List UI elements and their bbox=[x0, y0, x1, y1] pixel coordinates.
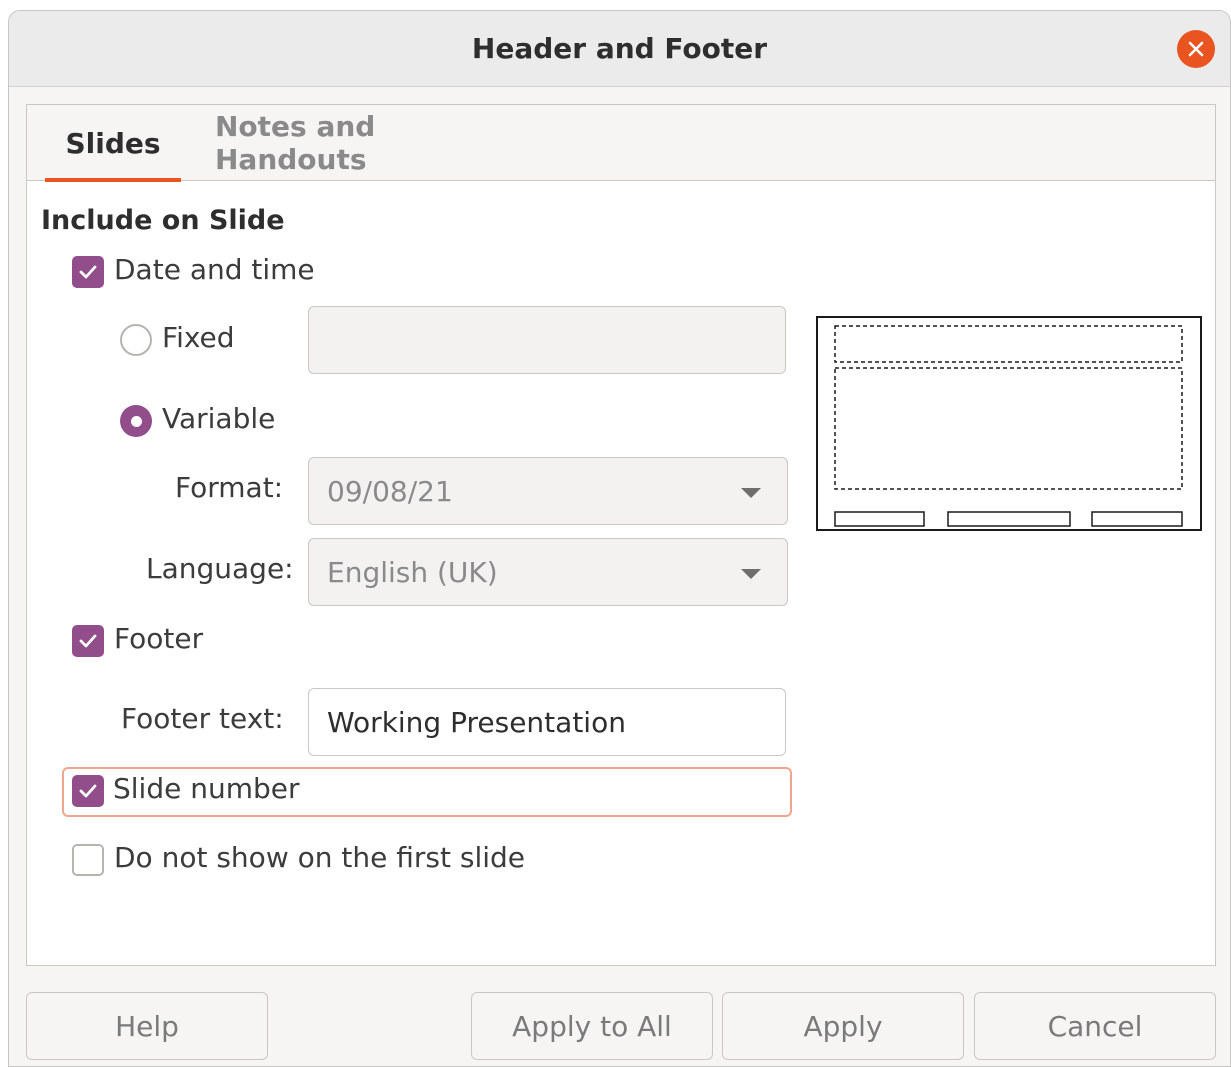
tab-bar: Slides Notes and Handouts bbox=[27, 105, 1215, 182]
footer-text-label: Footer text: bbox=[121, 702, 284, 735]
checkmark-icon bbox=[79, 265, 97, 279]
chevron-down-icon bbox=[741, 569, 761, 579]
format-value: 09/08/21 bbox=[327, 474, 453, 508]
dialog-title: Header and Footer bbox=[471, 32, 768, 65]
tab-notes-and-handouts[interactable]: Notes and Handouts bbox=[215, 105, 525, 181]
close-button[interactable] bbox=[1177, 30, 1215, 68]
apply-button[interactable]: Apply bbox=[722, 992, 964, 1060]
slide-layout-preview bbox=[816, 316, 1202, 531]
help-button[interactable]: Help bbox=[26, 992, 268, 1060]
language-value: English (UK) bbox=[327, 555, 498, 589]
format-dropdown[interactable]: 09/08/21 bbox=[308, 457, 788, 525]
date-time-label: Date and time bbox=[114, 253, 315, 286]
cancel-button[interactable]: Cancel bbox=[974, 992, 1216, 1060]
title-bar: Header and Footer bbox=[9, 11, 1230, 87]
dialog-content: Slides Notes and Handouts Include on Sli… bbox=[26, 104, 1216, 966]
radio-dot bbox=[130, 415, 142, 427]
tab-slides[interactable]: Slides bbox=[45, 105, 181, 182]
first-slide-label: Do not show on the first slide bbox=[114, 841, 526, 874]
fixed-label: Fixed bbox=[162, 321, 235, 354]
chevron-down-icon bbox=[741, 488, 761, 498]
format-label: Format: bbox=[175, 471, 284, 504]
close-icon bbox=[1188, 41, 1204, 57]
language-dropdown[interactable]: English (UK) bbox=[308, 538, 788, 606]
footer-checkbox[interactable] bbox=[72, 625, 104, 657]
header-footer-dialog: Header and Footer Slides Notes and Hando… bbox=[8, 10, 1231, 1067]
section-title: Include on Slide bbox=[41, 205, 285, 236]
footer-label: Footer bbox=[114, 622, 204, 655]
first-slide-checkbox[interactable] bbox=[72, 844, 104, 876]
checkmark-icon bbox=[79, 634, 97, 648]
slide-number-checkbox[interactable] bbox=[72, 775, 104, 807]
fixed-radio[interactable] bbox=[120, 324, 152, 356]
variable-radio[interactable] bbox=[120, 405, 152, 437]
checkmark-icon bbox=[79, 784, 97, 798]
fixed-date-input[interactable] bbox=[308, 306, 786, 374]
footer-text-input[interactable]: Working Presentation bbox=[308, 688, 786, 756]
slide-number-label: Slide number bbox=[113, 772, 300, 805]
date-time-checkbox[interactable] bbox=[72, 256, 104, 288]
variable-label: Variable bbox=[162, 402, 276, 435]
apply-to-all-button[interactable]: Apply to All bbox=[471, 992, 713, 1060]
language-label: Language: bbox=[146, 552, 294, 585]
